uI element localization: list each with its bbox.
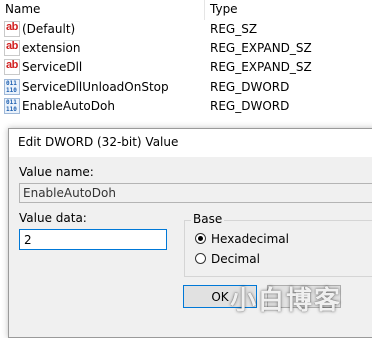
registry-value-type: REG_DWORD [210,80,290,94]
radio-button-icon[interactable] [195,253,206,264]
registry-list-header: Name Type [0,0,372,20]
base-group-label: Base [191,212,225,226]
value-data-input[interactable] [19,229,167,250]
base-group-box [184,220,372,277]
registry-value-type: REG_EXPAND_SZ [210,41,312,55]
registry-row[interactable]: ab ServiceDll REG_EXPAND_SZ [0,58,372,77]
registry-value-type: REG_SZ [210,22,258,36]
column-header-name[interactable]: Name [5,2,40,16]
column-header-type[interactable]: Type [210,2,238,16]
registry-value-type: REG_DWORD [210,99,290,113]
value-name-field: EnableAutoDoh [19,183,372,203]
radio-button-icon[interactable] [195,233,206,244]
string-value-icon: ab [4,40,20,56]
dialog-title-bar[interactable]: Edit DWORD (32-bit) Value [9,129,372,157]
binary-value-icon: 011 110 [4,98,20,114]
registry-value-type: REG_EXPAND_SZ [210,60,312,74]
hexadecimal-label[interactable]: Hexadecimal [211,232,289,246]
dialog-title: Edit DWORD (32-bit) Value [18,135,179,149]
watermark-logo: 小白博客 [230,286,343,316]
column-separator[interactable] [204,0,205,20]
registry-value-name: (Default) [22,22,76,36]
registry-row[interactable]: ab extension REG_EXPAND_SZ [0,39,372,58]
decimal-label[interactable]: Decimal [211,252,260,266]
registry-value-name: ServiceDllUnloadOnStop [22,80,169,94]
value-name-label: Value name: [19,165,94,179]
value-name-text: EnableAutoDoh [23,186,116,200]
registry-row[interactable]: ab (Default) REG_SZ [0,20,372,39]
registry-row[interactable]: 011 110 EnableAutoDoh REG_DWORD [0,97,372,116]
registry-value-name: EnableAutoDoh [22,99,115,113]
registry-row[interactable]: 011 110 ServiceDllUnloadOnStop REG_DWORD [0,78,372,97]
string-value-icon: ab [4,21,20,37]
registry-value-name: ServiceDll [22,60,83,74]
value-data-label: Value data: [19,211,87,225]
registry-value-name: extension [22,41,81,55]
string-value-icon: ab [4,59,20,75]
binary-value-icon: 011 110 [4,79,20,95]
radio-selected-dot [198,236,203,241]
